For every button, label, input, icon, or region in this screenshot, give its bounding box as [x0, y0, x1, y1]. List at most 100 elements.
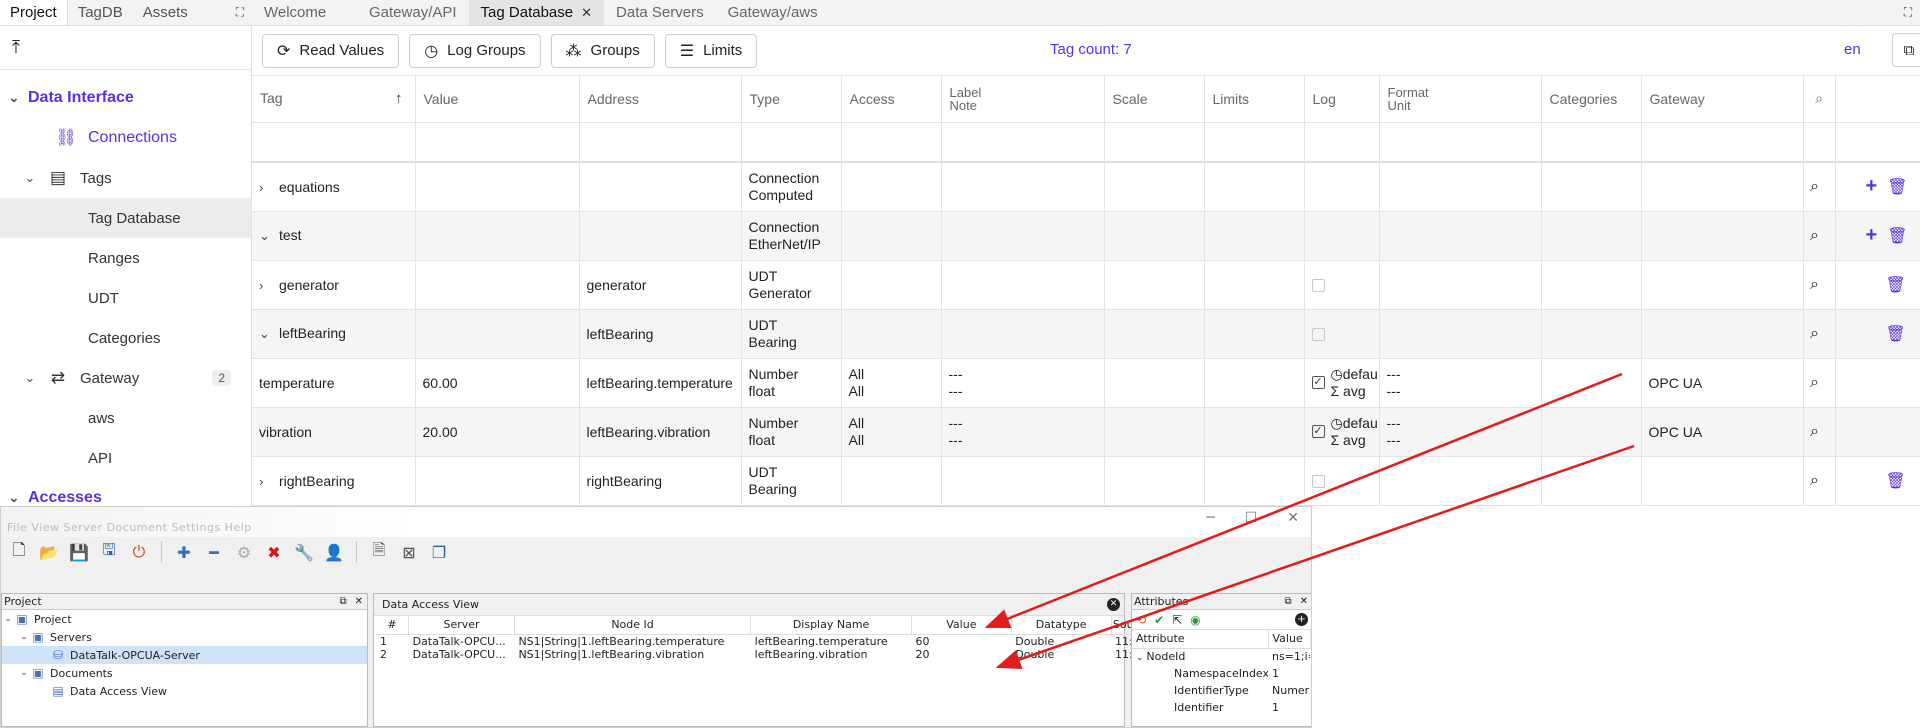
col-header-gateway[interactable]: Gateway [1641, 76, 1804, 123]
sidebar-item-tag-database[interactable]: Tag Database [0, 198, 251, 238]
sidebar-item-categories[interactable]: Categories [0, 318, 251, 358]
tree-node-documents[interactable]: ⌄ ▣ Documents [2, 664, 367, 682]
properties-icon[interactable]: 🔧 [292, 540, 316, 564]
tab-data-servers[interactable]: Data Servers [604, 0, 716, 25]
trash-icon[interactable]: 🗑 [1886, 471, 1906, 491]
log-checkbox[interactable] [1311, 279, 1325, 293]
col-header-datatype[interactable]: Datatype [1011, 616, 1112, 635]
tab-gateway-api[interactable]: Gateway/API [357, 0, 469, 25]
chevron-down-icon[interactable]: ⌄ [18, 632, 30, 642]
limits-button[interactable]: ☰ Limits [664, 33, 758, 68]
col-header-format-unit[interactable]: Format Unit [1379, 76, 1542, 123]
connect-icon[interactable]: ⚙ [232, 540, 256, 564]
table-row[interactable]: ⌄ NodeIdns=1;i= [1132, 648, 1310, 665]
upload-icon[interactable]: ⤒ [0, 26, 251, 70]
close-icon[interactable]: ✕ [355, 596, 363, 607]
table-row[interactable]: vibration 20.00 leftBearing.vibration Nu… [252, 407, 1920, 457]
sidebar-item-connections[interactable]: ⛓ Connections [0, 118, 251, 158]
expand-icon[interactable]: ⛶ [228, 0, 252, 25]
windows-icon[interactable]: ❐ [427, 540, 451, 564]
table-row[interactable]: › generator generator UDT Generator ⌕ 🗑 [252, 260, 1920, 310]
tab-tag-database[interactable]: Tag Database ✕ [468, 0, 605, 25]
new-file-icon[interactable]: 🗋 [7, 540, 31, 564]
add-icon[interactable]: + [1866, 224, 1878, 247]
filter-cell[interactable] [1641, 122, 1804, 163]
sort-up-icon[interactable]: ↑ [395, 90, 403, 107]
disconnect-icon[interactable]: ✖ [262, 540, 286, 564]
filter-cell[interactable] [579, 122, 742, 163]
close-icon[interactable]: ✕ [1287, 510, 1299, 526]
log-checkbox[interactable] [1311, 475, 1325, 489]
filter-cell[interactable] [1379, 122, 1542, 163]
search-icon[interactable]: ⌕ [1804, 374, 1826, 392]
table-row[interactable]: IdentifierType Numeri [1132, 682, 1310, 699]
expand-icon[interactable]: ⛶ [1896, 0, 1920, 25]
tree-node-data-access-view[interactable]: ▤ Data Access View [2, 682, 367, 700]
log-checkbox[interactable]: ✓ [1311, 376, 1325, 389]
log-groups-button[interactable]: ◷ Log Groups [409, 33, 541, 68]
tab-assets[interactable]: Assets [133, 0, 198, 25]
chevron-down-icon[interactable]: ⌄ [2, 614, 14, 624]
table-row[interactable]: 2 DataTalk-OPCU... NS1|String|1.leftBear… [376, 648, 1136, 661]
pin-icon[interactable]: ⧉ [1284, 596, 1291, 607]
table-row[interactable]: Identifier 1 [1132, 699, 1310, 716]
power-icon[interactable]: ⏻ [127, 540, 151, 564]
chevron-right-icon[interactable]: › [259, 180, 273, 195]
search-icon[interactable]: ⌕ [1804, 423, 1826, 441]
search-icon[interactable]: ⌕ [1804, 472, 1826, 490]
col-header-value[interactable]: Value [415, 76, 580, 123]
table-row[interactable]: ⌄ leftBearing leftBearing UDT Bearing ⌕ 🗑 [252, 309, 1920, 359]
delete-document-icon[interactable]: ⊠ [397, 540, 421, 564]
open-folder-icon[interactable]: 📂 [37, 540, 61, 564]
filter-cell[interactable] [1204, 122, 1305, 163]
col-header-address[interactable]: Address [579, 76, 742, 123]
col-header-display-name[interactable]: Display Name [750, 616, 912, 635]
add-server-icon[interactable]: ✚ [172, 540, 196, 564]
col-header-label-note[interactable]: Label Note [941, 76, 1105, 123]
log-checkbox[interactable]: ✓ [1311, 425, 1325, 438]
search-icon[interactable]: ⌕ [1804, 178, 1826, 196]
save-icon[interactable]: 💾 [67, 540, 91, 564]
close-icon[interactable]: ✕ [581, 5, 592, 21]
add-icon[interactable]: + [1295, 613, 1308, 626]
col-header-scale[interactable]: Scale [1104, 76, 1205, 123]
check-icon[interactable]: ✔ [1154, 613, 1164, 627]
read-values-button[interactable]: ⟳ Read Values [262, 33, 400, 68]
sidebar-item-tags[interactable]: ⌄ ▤ Tags [0, 158, 251, 198]
table-row[interactable]: › equations Connection Computed ⌕ + 🗑 [252, 162, 1920, 212]
menu-bar[interactable]: File View Server Document Settings Help [7, 521, 252, 534]
save-as-icon[interactable]: 🖫 [97, 540, 121, 564]
chevron-down-icon[interactable]: ⌄ [259, 228, 273, 244]
col-header-log[interactable]: Log [1304, 76, 1380, 123]
sidebar-item-gateway[interactable]: ⌄ ⇄ Gateway 2 [0, 358, 251, 398]
col-header-index[interactable]: # [376, 616, 410, 635]
filter-cell[interactable] [1104, 122, 1205, 163]
search-icon[interactable]: ⌕ [1804, 325, 1826, 343]
close-icon[interactable]: ✕ [1300, 596, 1308, 607]
chevron-down-icon[interactable]: ⌄ [1136, 653, 1146, 663]
groups-button[interactable]: ⁂ Groups [550, 33, 655, 68]
search-icon[interactable]: ⌕ [1803, 76, 1836, 123]
minimize-icon[interactable]: ─ [1206, 510, 1214, 526]
chevron-right-icon[interactable]: › [259, 278, 273, 293]
sidebar-item-api[interactable]: API [0, 438, 251, 478]
document-icon[interactable]: 🗎 [367, 540, 391, 564]
table-row[interactable]: 1 DataTalk-OPCU... NS1|String|1.leftBear… [376, 634, 1136, 648]
tree-node-project[interactable]: ⌄ ▣ Project [2, 610, 367, 628]
col-header-tag[interactable]: Tag ↑ [252, 76, 416, 123]
trash-icon[interactable]: 🗑 [1887, 177, 1907, 197]
pin-icon[interactable]: ⧉ [339, 596, 346, 607]
tab-project[interactable]: Project [0, 0, 68, 25]
translate-icon[interactable]: ⧉ [1892, 33, 1920, 67]
chevron-down-icon[interactable]: ⌄ [18, 668, 30, 678]
col-header-type[interactable]: Type [741, 76, 842, 123]
refresh-icon[interactable]: ⟲ [1136, 613, 1146, 627]
target-icon[interactable]: ◉ [1190, 613, 1200, 627]
gateway-link[interactable]: OPC UA [1641, 358, 1804, 408]
filter-cell[interactable] [252, 122, 416, 163]
log-checkbox[interactable] [1311, 328, 1325, 342]
user-icon[interactable]: 👤 [322, 540, 346, 564]
search-icon[interactable]: ⌕ [1804, 227, 1826, 245]
chevron-right-icon[interactable]: › [259, 474, 273, 489]
col-header-categories[interactable]: Categories [1541, 76, 1642, 123]
